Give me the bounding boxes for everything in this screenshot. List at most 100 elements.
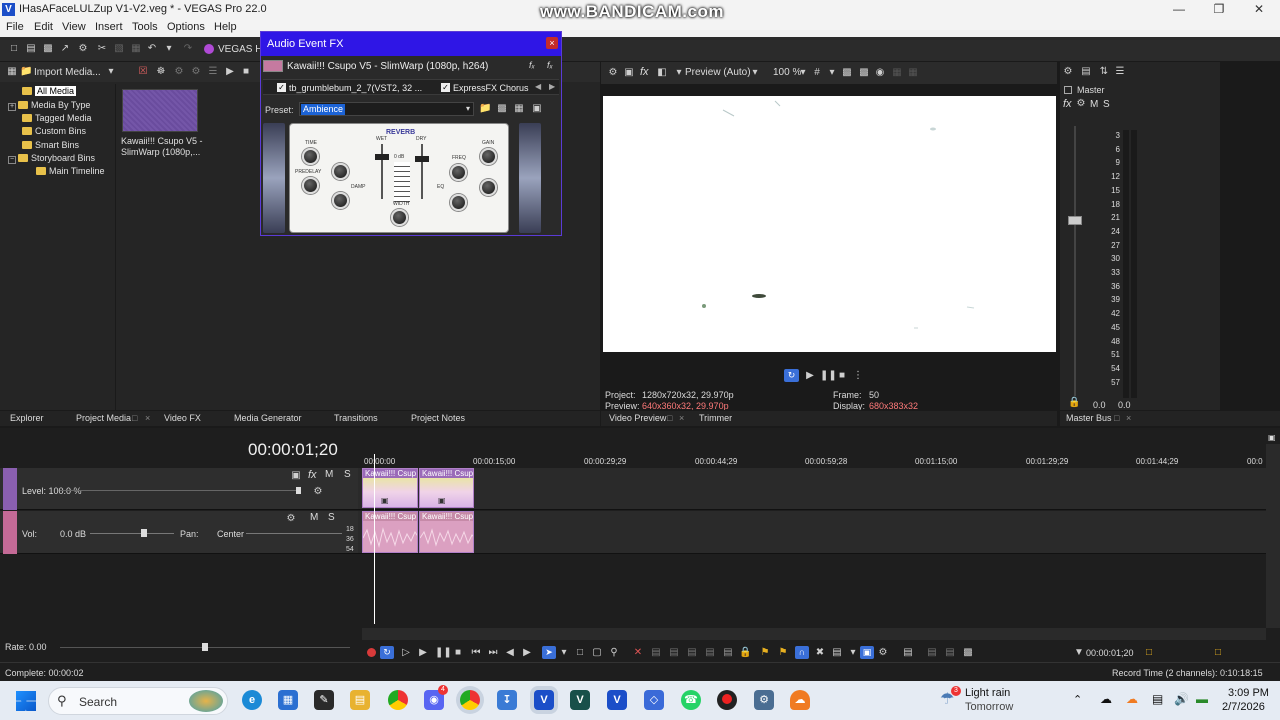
region-tool-icon[interactable]: ▢ [591, 647, 603, 659]
fx-dialog-titlebar[interactable]: Audio Event FX × [261, 32, 561, 56]
render-icon[interactable]: ▩ [962, 647, 974, 659]
play-icon[interactable]: ▶ [804, 370, 816, 382]
expand-icon[interactable]: − [8, 156, 16, 164]
menu-view[interactable]: View [62, 21, 86, 33]
tab-video-fx[interactable]: Video FX [164, 413, 201, 423]
compositing-mode-icon[interactable]: ⚙ [312, 486, 324, 498]
volume-slider[interactable] [90, 533, 174, 534]
tray-network-icon[interactable]: ▤ [1152, 692, 1163, 706]
time-ruler[interactable]: 00:00:00 00:00:15;00 00:00:29;29 00:00:4… [362, 453, 1266, 467]
tab-video-preview[interactable]: Video Preview [609, 413, 666, 423]
edge-icon[interactable]: e [242, 690, 262, 710]
master-mute-button[interactable]: M [1090, 99, 1098, 110]
more-icon[interactable]: ⋮ [852, 370, 864, 382]
fx-chain-icon[interactable]: fₓ [529, 60, 535, 70]
chain-left-arrow-icon[interactable]: ◀ [535, 82, 541, 91]
play-media-icon[interactable]: ▶ [224, 66, 236, 78]
download-icon[interactable]: ↧ [497, 690, 517, 710]
media-fx-icon[interactable]: ☸ [155, 66, 167, 78]
master-settings-icon[interactable]: ⚙ [1062, 66, 1074, 78]
vegas-alt-icon[interactable]: V [607, 690, 627, 710]
snapping-icon[interactable]: ∩ [795, 646, 809, 659]
loop-region-icon[interactable]: □ [1212, 647, 1224, 659]
external-monitor-icon[interactable]: ▣ [623, 67, 635, 79]
audio-solo-button[interactable]: S [328, 512, 335, 523]
tab-transitions[interactable]: Transitions [334, 413, 378, 423]
preset-delete-icon[interactable]: ▦ [513, 103, 525, 115]
windows-start-icon[interactable] [16, 691, 36, 711]
tree-item-custom-bins[interactable]: Custom Bins [22, 125, 86, 137]
tray-app-icon[interactable]: ☁ [1100, 692, 1112, 706]
tab-close-icon[interactable]: × [1126, 413, 1131, 423]
taskbar-date[interactable]: 2/7/2026 [1222, 701, 1265, 713]
vegas-alt-icon[interactable]: V [570, 690, 590, 710]
cloud-app-icon[interactable]: ☁ [790, 690, 810, 710]
video-solo-button[interactable]: S [344, 469, 351, 480]
overlays-dropdown-icon[interactable]: ▾ [826, 67, 838, 79]
whatsapp-icon[interactable]: ☎ [681, 690, 701, 710]
tab-close-icon[interactable]: □ [667, 413, 672, 423]
freq-knob[interactable] [450, 164, 467, 181]
media-panel-icon[interactable]: ▦ [6, 66, 18, 78]
trim-end-icon[interactable]: ▤ [686, 647, 698, 659]
fx-plugin-chooser-icon[interactable]: fₓ [547, 60, 553, 70]
master-properties-icon[interactable]: ▤ [1080, 66, 1092, 78]
video-level-slider[interactable] [60, 490, 300, 491]
video-clip[interactable]: Kawaii!!! Csup ▣ [419, 468, 474, 508]
downmix-icon[interactable]: ⇅ [1098, 66, 1110, 78]
tree-item-media-by-type[interactable]: + Media By Type [8, 99, 90, 111]
pause-icon[interactable]: ❚❚ [820, 370, 837, 382]
master-solo-button[interactable]: S [1103, 99, 1110, 110]
audio-track[interactable]: Vol: 0.0 dB Pan: Center ⚙ M S 18 36 54 K… [0, 511, 1266, 554]
timeline-stop-icon[interactable]: ■ [452, 647, 464, 659]
marker-icon[interactable]: ⚑ [759, 647, 771, 659]
store-icon[interactable]: ▦ [278, 690, 298, 710]
preset-dropdown-arrow-icon[interactable]: ▾ [466, 104, 470, 113]
timeline-pause-icon[interactable]: ❚❚ [435, 647, 452, 659]
predelay-knob[interactable] [302, 177, 319, 194]
paste-icon[interactable]: ▦ [130, 43, 142, 55]
tree-item-tagged-media[interactable]: Tagged Media [22, 112, 92, 124]
ignore-grouping-icon[interactable]: ⚙ [877, 647, 889, 659]
eq-low-knob[interactable] [450, 194, 467, 211]
maximize-button[interactable]: ❐ [1209, 2, 1229, 16]
tree-item-storyboard-bins[interactable]: − Storyboard Bins [8, 152, 95, 164]
save-icon[interactable]: ▩ [42, 43, 54, 55]
split-icon[interactable]: ▤ [704, 647, 716, 659]
delete-icon[interactable]: ✕ [632, 647, 644, 659]
region-marker-icon[interactable]: ⚑ [777, 647, 789, 659]
tray-cloud-icon[interactable]: ☁ [1126, 692, 1138, 706]
split-tool-icon[interactable]: ▤ [722, 647, 734, 659]
gain-knob[interactable] [480, 179, 497, 196]
ungroup-icon[interactable]: ▤ [944, 647, 956, 659]
menu-edit[interactable]: Edit [34, 21, 53, 33]
menu-insert[interactable]: Insert [95, 21, 123, 33]
tab-close-icon[interactable]: × [679, 413, 684, 423]
mixer-icon[interactable]: ☰ [1114, 66, 1126, 78]
playhead-cursor[interactable] [374, 454, 375, 624]
video-track[interactable]: Level: 100.0 % ▣ fx M S ⚙ Kawaii!!! Csup… [0, 468, 1266, 510]
video-clip[interactable]: Kawaii!!! Csup ▣ [362, 468, 418, 508]
tree-item-smart-bins[interactable]: Smart Bins [22, 139, 79, 151]
edit-tool-dropdown-icon[interactable]: ▾ [558, 647, 570, 659]
marker-bar[interactable] [362, 431, 1266, 453]
save-as-icon[interactable]: ↗ [59, 43, 71, 55]
weather-title[interactable]: Light rain [965, 687, 1010, 699]
redo-icon[interactable]: ↷ [182, 43, 194, 55]
vegas-pro-icon[interactable]: V [534, 690, 554, 710]
preview-mode-dropdown-icon[interactable]: ▾ [673, 67, 685, 79]
video-mute-button[interactable]: M [325, 469, 333, 480]
media-tags-icon[interactable]: ⚙ [190, 66, 202, 78]
width-knob[interactable] [391, 209, 408, 226]
taskbar-search-box[interactable]: ⚲ Search [48, 687, 228, 715]
views-icon[interactable]: ☰ [207, 66, 219, 78]
cut-icon[interactable]: ✂ [96, 43, 108, 55]
audio-mute-button[interactable]: M [310, 512, 318, 523]
undo-dropdown-icon[interactable]: ▾ [163, 43, 175, 55]
selection-tool-icon[interactable]: □ [574, 647, 586, 659]
play-from-start-icon[interactable]: ▷ [400, 647, 412, 659]
auto-crossfade-icon[interactable]: ✖ [814, 647, 826, 659]
audio-clip[interactable]: Kawaii!!! Csup [362, 511, 418, 553]
menu-help[interactable]: Help [214, 21, 237, 33]
app-icon[interactable]: ✎ [314, 690, 334, 710]
